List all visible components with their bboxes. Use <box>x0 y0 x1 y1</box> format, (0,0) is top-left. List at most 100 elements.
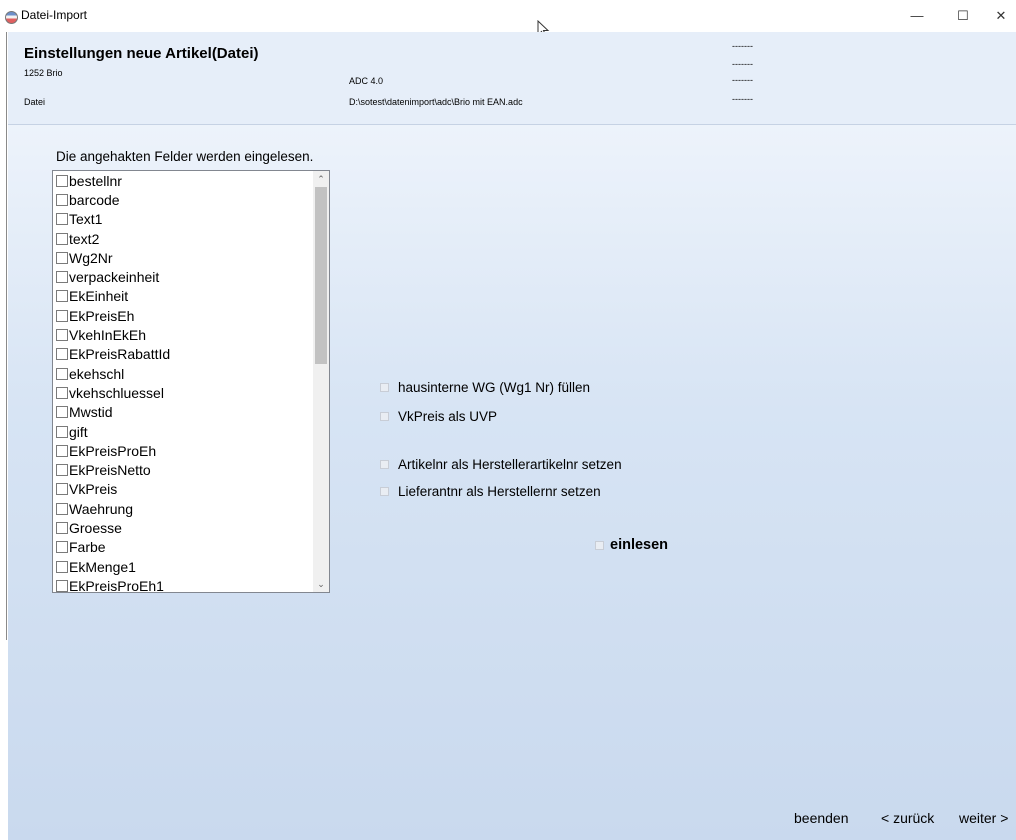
field-label: barcode <box>69 191 120 208</box>
title-bar: Datei-Import — ☐ ✕ <box>0 0 1016 38</box>
next-button[interactable]: weiter > <box>959 810 1008 826</box>
list-item[interactable]: Wg2Nr <box>53 248 315 267</box>
list-item[interactable]: EkEinheit <box>53 287 315 306</box>
field-checkbox[interactable] <box>56 444 68 457</box>
checkbox-lieferantnr-hersteller[interactable] <box>380 487 389 496</box>
status-dashes-3: ------- <box>732 75 753 85</box>
field-checkbox[interactable] <box>56 541 68 554</box>
field-checkbox[interactable] <box>56 464 68 477</box>
field-checkbox[interactable] <box>56 348 68 361</box>
option-artikelnr-hersteller-label: Artikelnr als Herstellerartikelnr setzen <box>398 457 622 472</box>
einlesen-option[interactable]: einlesen <box>595 537 668 553</box>
option-lieferantnr-hersteller-label: Lieferantnr als Herstellernr setzen <box>398 484 601 499</box>
datei-import-window: Datei-Import — ☐ ✕ Einstellungen neue Ar… <box>0 0 1016 840</box>
list-item[interactable]: Mwstid <box>53 403 315 422</box>
field-label: EkPreisProEh <box>69 442 157 459</box>
field-label: verpackeinheit <box>69 269 160 286</box>
field-checklist[interactable]: bestellnr barcode Text1 text2 Wg2Nr verpackei… <box>52 170 330 593</box>
checkbox-hausinterne-wg[interactable] <box>380 383 389 392</box>
file-label: Datei <box>24 97 46 107</box>
supplier-label: 1252 Brio <box>24 68 63 78</box>
field-checkbox[interactable] <box>56 193 68 206</box>
option-lieferantnr-hersteller[interactable]: Lieferantnr als Herstellernr setzen <box>380 484 601 499</box>
field-checkbox[interactable] <box>56 271 68 284</box>
checkbox-artikelnr-hersteller[interactable] <box>380 460 389 469</box>
list-item[interactable]: ekehschl <box>53 364 315 383</box>
field-checkbox[interactable] <box>56 367 68 380</box>
field-checkbox[interactable] <box>56 232 68 245</box>
field-checkbox[interactable] <box>56 251 68 264</box>
close-button[interactable]: ✕ <box>986 0 1016 32</box>
list-item[interactable]: text2 <box>53 229 315 248</box>
option-artikelnr-hersteller[interactable]: Artikelnr als Herstellerartikelnr setzen <box>380 457 622 472</box>
field-label: Wg2Nr <box>69 249 113 266</box>
einlesen-label: einlesen <box>610 537 669 553</box>
field-checkbox[interactable] <box>56 174 68 187</box>
scroll-up-arrow-icon[interactable]: ⌃ <box>313 171 329 187</box>
field-list-items: bestellnr barcode Text1 text2 Wg2Nr verpackei… <box>53 171 315 593</box>
list-item[interactable]: EkPreisProEh1 <box>53 576 315 593</box>
checkbox-vkpreis-uvp[interactable] <box>380 412 389 421</box>
field-label: EkPreisEh <box>69 307 135 324</box>
field-checkbox[interactable] <box>56 560 68 573</box>
list-item[interactable]: bestellnr <box>53 171 315 190</box>
list-item[interactable]: verpackeinheit <box>53 267 315 286</box>
list-item[interactable]: Text1 <box>53 210 315 229</box>
field-checkbox[interactable] <box>56 213 68 226</box>
field-checkbox[interactable] <box>56 406 68 419</box>
scroll-thumb[interactable] <box>315 187 327 364</box>
option-vkpreis-uvp-label: VkPreis als UVP <box>398 409 498 424</box>
field-checkbox[interactable] <box>56 502 68 515</box>
list-item[interactable]: EkPreisEh <box>53 306 315 325</box>
back-button[interactable]: < zurück <box>881 810 934 826</box>
list-item[interactable]: EkMenge1 <box>53 557 315 576</box>
instruction-text: Die angehakten Felder werden eingelesen. <box>56 149 314 164</box>
list-item[interactable]: EkPreisRabattId <box>53 345 315 364</box>
field-checkbox[interactable] <box>56 290 68 303</box>
window-border-line <box>6 32 7 640</box>
field-label: EkMenge1 <box>69 558 136 575</box>
list-item[interactable]: gift <box>53 422 315 441</box>
list-item[interactable]: Farbe <box>53 538 315 557</box>
field-label: Text1 <box>69 211 103 228</box>
status-dashes-4: ------- <box>732 94 753 104</box>
field-checkbox[interactable] <box>56 579 68 592</box>
checkbox-einlesen[interactable] <box>595 540 604 550</box>
status-dashes-1: ------- <box>732 41 753 51</box>
list-item[interactable]: EkPreisProEh <box>53 441 315 460</box>
field-label: Groesse <box>69 519 122 536</box>
list-item[interactable]: VkehInEkEh <box>53 325 315 344</box>
field-checkbox[interactable] <box>56 425 68 438</box>
field-label: VkPreis <box>69 481 118 498</box>
field-label: EkPreisNetto <box>69 462 151 479</box>
beenden-button[interactable]: beenden <box>794 810 849 826</box>
field-label: EkEinheit <box>69 288 129 305</box>
list-item[interactable]: EkPreisNetto <box>53 460 315 479</box>
page-title: Einstellungen neue Artikel(Datei) <box>24 45 259 62</box>
vertical-scrollbar[interactable]: ⌃ ⌄ <box>313 171 329 592</box>
list-item[interactable]: Groesse <box>53 518 315 537</box>
minimize-button[interactable]: — <box>894 0 940 32</box>
scroll-down-arrow-icon[interactable]: ⌄ <box>313 576 329 592</box>
field-checkbox[interactable] <box>56 521 68 534</box>
field-label: bestellnr <box>69 172 122 189</box>
status-dashes-2: ------- <box>732 59 753 69</box>
app-icon <box>5 11 18 24</box>
list-item[interactable]: barcode <box>53 190 315 209</box>
option-vkpreis-uvp[interactable]: VkPreis als UVP <box>380 409 497 424</box>
option-hausinterne-wg[interactable]: hausinterne WG (Wg1 Nr) füllen <box>380 380 590 395</box>
field-checkbox[interactable] <box>56 309 68 322</box>
field-checkbox[interactable] <box>56 386 68 399</box>
list-item[interactable]: VkPreis <box>53 480 315 499</box>
maximize-button[interactable]: ☐ <box>940 0 986 32</box>
field-label: Mwstid <box>69 404 113 421</box>
field-checkbox[interactable] <box>56 483 68 496</box>
list-item[interactable]: Waehrung <box>53 499 315 518</box>
field-label: ekehschl <box>69 365 125 382</box>
field-label: EkPreisProEh1 <box>69 577 164 593</box>
header-panel: Einstellungen neue Artikel(Datei) 1252 B… <box>8 32 1016 125</box>
list-item[interactable]: vkehschluessel <box>53 383 315 402</box>
field-checkbox[interactable] <box>56 329 68 342</box>
file-path: D:\sotest\datenimport\adc\Brio mit EAN.a… <box>349 97 523 107</box>
field-label: Waehrung <box>69 500 134 517</box>
